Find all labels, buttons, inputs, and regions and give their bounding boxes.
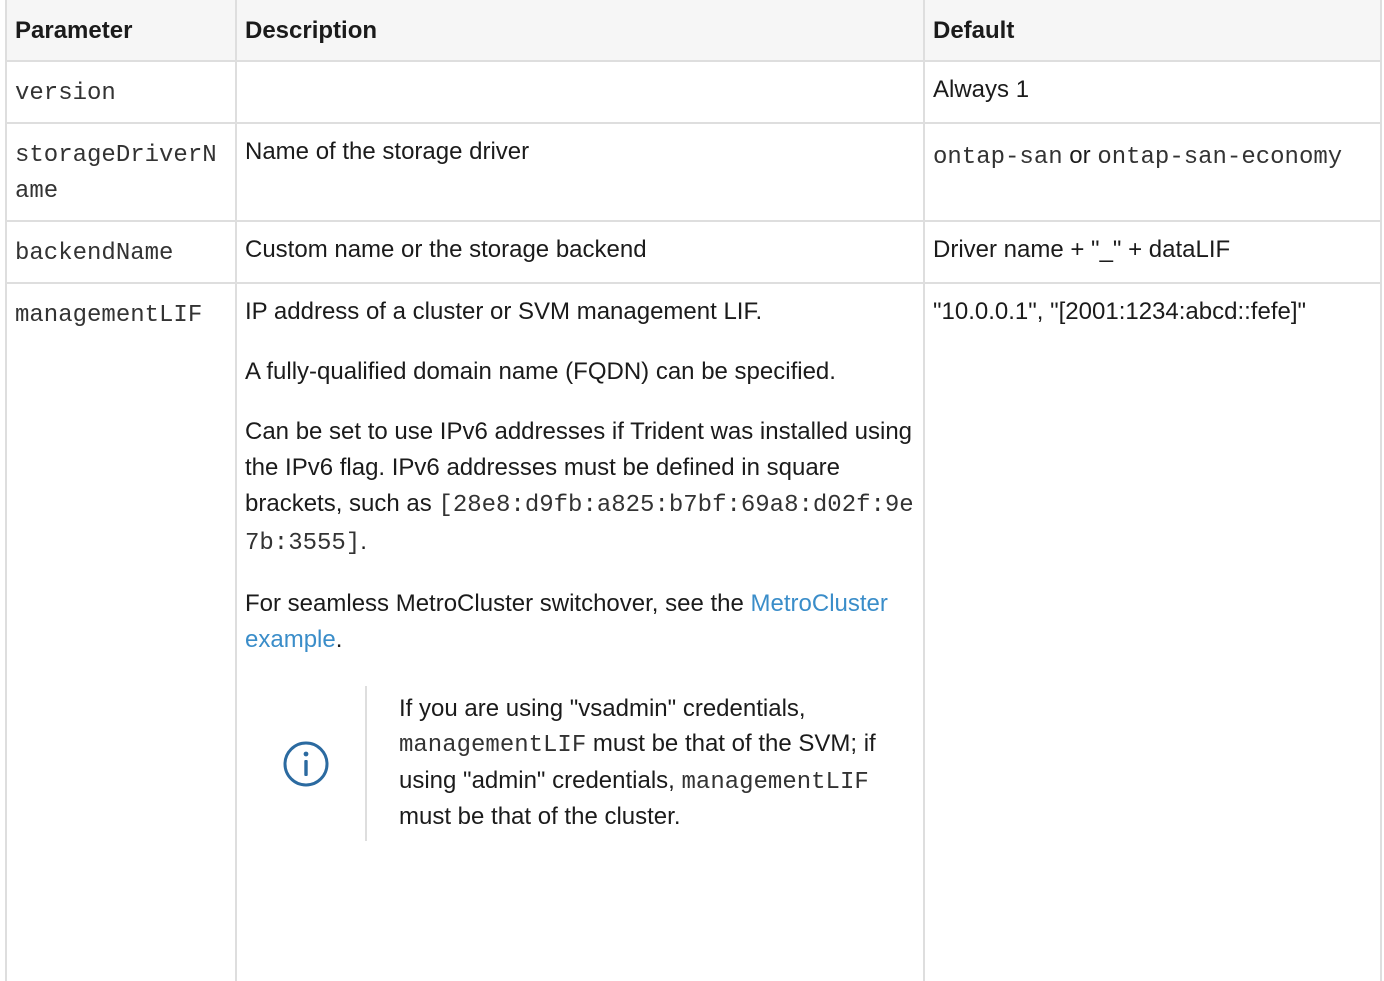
default-backend-name: Driver name + "_" + dataLIF <box>923 220 1382 284</box>
param-backend-name: backendName <box>5 220 237 284</box>
default-code-ontap-san: ontap-san <box>933 144 1063 171</box>
note-text-part: If you are using "vsadmin" credentials, <box>399 695 806 722</box>
note-code: managementLIF <box>681 768 869 796</box>
description-backend-name: Custom name or the storage backend <box>235 220 925 284</box>
table-header-row: Parameter Description Default <box>5 0 1382 62</box>
note-code: managementLIF <box>399 731 587 759</box>
default-management-lif: "10.0.0.1", "[2001:1234:abcd::fefe]" <box>923 282 1382 981</box>
default-code-ontap-san-economy: ontap-san-economy <box>1097 144 1343 171</box>
parameters-table: Parameter Description Default version Al… <box>5 0 1382 981</box>
param-version: version <box>5 60 237 124</box>
ipv6-period: . <box>360 528 367 555</box>
note-icon-column <box>247 686 367 842</box>
default-storage-driver-name: ontap-san or ontap-san-economy <box>923 122 1382 222</box>
table-row: version Always 1 <box>5 60 1382 124</box>
default-version: Always 1 <box>923 60 1382 124</box>
table-row: storageDriverName Name of the storage dr… <box>5 122 1382 222</box>
table-row: managementLIF IP address of a cluster or… <box>5 282 1382 981</box>
description-paragraph: For seamless MetroCluster switchover, se… <box>245 586 915 658</box>
info-icon <box>283 741 329 787</box>
description-paragraph: IP address of a cluster or SVM managemen… <box>245 298 763 325</box>
description-storage-driver-name: Name of the storage driver <box>235 122 925 222</box>
param-storage-driver-name: storageDriverName <box>5 122 237 222</box>
metrocluster-period: . <box>335 626 343 653</box>
header-default: Default <box>923 0 1382 62</box>
default-or-text: or <box>1062 142 1098 169</box>
description-paragraph: A fully-qualified domain name (FQDN) can… <box>245 358 836 385</box>
param-management-lif: managementLIF <box>5 282 237 981</box>
note-text: If you are using "vsadmin" credentials, … <box>367 686 915 841</box>
metrocluster-text: For seamless MetroCluster switchover, se… <box>245 590 751 617</box>
description-paragraph: Can be set to use IPv6 addresses if Trid… <box>245 414 915 562</box>
header-description: Description <box>235 0 925 62</box>
table-row: backendName Custom name or the storage b… <box>5 220 1382 284</box>
info-note: If you are using "vsadmin" credentials, … <box>247 686 915 842</box>
note-text-part: must be that of the cluster. <box>399 803 681 831</box>
description-management-lif: IP address of a cluster or SVM managemen… <box>235 282 925 981</box>
description-version <box>235 60 925 124</box>
header-parameter: Parameter <box>5 0 237 62</box>
